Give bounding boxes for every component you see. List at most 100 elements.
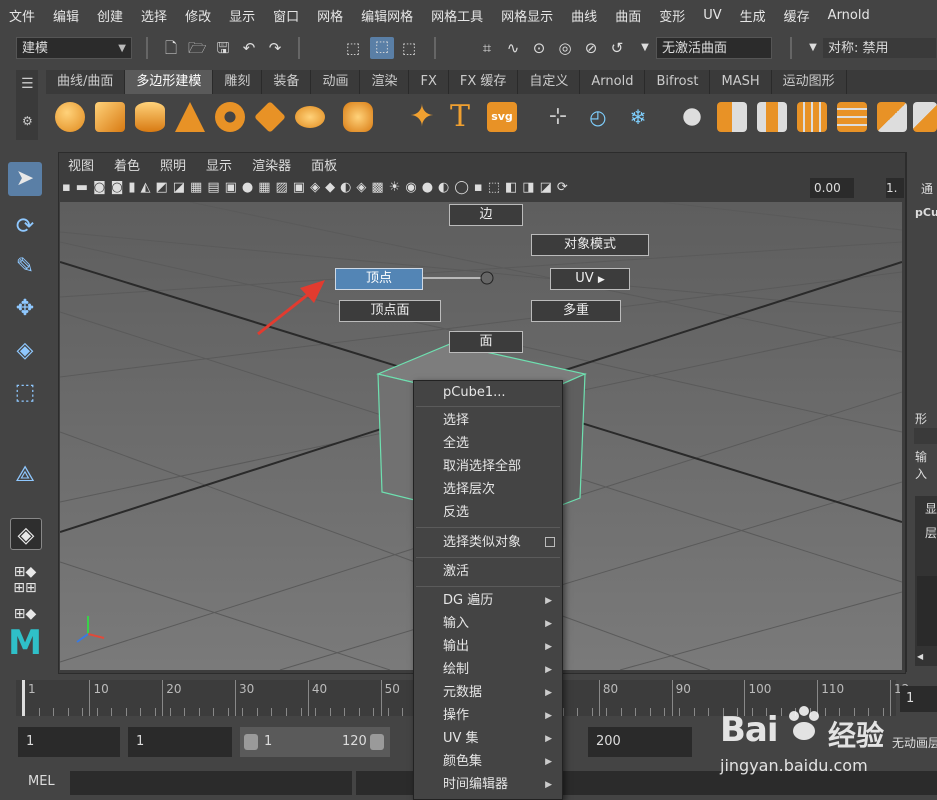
start-time-field[interactable]: 1 [18,727,120,757]
snap-point-icon[interactable]: ⊙ [530,39,548,57]
shelf-tab-10[interactable]: Bifrost [645,70,711,94]
poly-cone-icon[interactable] [175,102,205,132]
menu-set-dropdown[interactable]: 建模 ▼ [16,37,132,59]
sparkle-icon[interactable]: ✦ [407,102,437,132]
text-tool-icon[interactable]: T [445,102,475,132]
menu-14[interactable]: UV [694,8,730,23]
menu-6[interactable]: 窗口 [264,6,308,25]
menu-5[interactable]: 显示 [220,6,264,25]
range-slider[interactable]: 1 120 [240,727,390,757]
menu-item[interactable]: 反选 [414,502,562,524]
panel-menu-5[interactable]: 面板 [301,155,347,174]
select-tool-icon[interactable]: ➤ [8,162,42,196]
marking-vertex-button[interactable]: 顶点 [335,268,423,290]
chevron-left-icon[interactable]: ◀ [917,652,923,661]
scale-tool-icon[interactable]: ⬚ [8,376,42,410]
menu-16[interactable]: 缓存 [775,6,819,25]
shelf-tab-12[interactable]: 运动图形 [772,70,847,94]
poly-sphere-icon[interactable] [55,102,85,132]
menu-item[interactable]: 选择 [414,410,562,432]
rotate-tool-icon[interactable]: ◈ [8,334,42,368]
menu-9[interactable]: 网格工具 [422,6,492,25]
panel-menu-4[interactable]: 渲染器 [242,155,301,174]
save-scene-icon[interactable]: 🖫 [214,39,232,57]
menu-1[interactable]: 编辑 [44,6,88,25]
live-surface-field[interactable]: 无激活曲面 [656,37,772,59]
option-box-icon[interactable] [545,537,555,547]
select-component-icon[interactable]: ⬚ [400,39,418,57]
menu-icon[interactable]: ☰ [21,76,34,92]
redo-icon[interactable]: ↷ [266,39,284,57]
separate-icon[interactable] [717,102,747,132]
bridge-icon[interactable] [837,102,867,132]
panel-toolbar-icons[interactable]: ▪▬◙◙▮◭◩◪▦▤▣●▦▨▣◈◆◐◈▩☀◉●◐◯▪⬚◧◨◪⟳ [62,180,842,198]
soft-select-icon[interactable]: ⟁ [8,458,42,492]
display-tab[interactable]: 显 [925,500,937,517]
menu-4[interactable]: 修改 [176,6,220,25]
current-frame-marker[interactable] [22,680,25,716]
poly-platonic-icon[interactable] [343,102,373,132]
shelf-tab-1[interactable]: 多边形建模 [125,70,214,94]
marking-edge-button[interactable]: 边 [449,204,523,226]
menu-0[interactable]: 文件 [0,6,44,25]
submenu-item[interactable]: DG 遍历 ▶ [414,590,562,612]
poly-torus-icon[interactable] [215,102,245,132]
menu-item-activate[interactable]: 激活 [414,561,562,583]
submenu-item[interactable]: 输入 ▶ [414,613,562,635]
poly-cube-icon[interactable] [95,102,125,132]
menu-item[interactable]: 全选 [414,433,562,455]
poly-plane-icon[interactable] [254,101,286,133]
pivot-icon[interactable]: ⊹ [543,102,573,132]
menu-3[interactable]: 选择 [132,6,176,25]
combine-icon[interactable] [677,102,707,132]
new-scene-icon[interactable]: 🗋 [162,39,180,57]
panel-menu-3[interactable]: 显示 [196,155,242,174]
snap-grid-icon[interactable]: ⌗ [478,39,496,57]
gamma-field[interactable]: 1. [886,178,904,198]
command-input[interactable] [70,771,352,795]
end-time-field[interactable]: 200 [588,727,692,757]
submenu-item[interactable]: 时间编辑器 ▶ [414,774,562,796]
shelf-tab-3[interactable]: 装备 [262,70,312,94]
panel-menu-0[interactable]: 视图 [58,155,104,174]
move-tool-icon[interactable]: ✥ [8,292,42,326]
shelf-tab-7[interactable]: FX 缓存 [449,70,519,94]
script-language-label[interactable]: MEL [28,774,55,789]
menu-17[interactable]: Arnold [819,8,879,23]
shelf-tab-9[interactable]: Arnold [580,70,646,94]
snap-view-plane-icon[interactable]: ◎ [556,39,574,57]
bevel-icon[interactable] [877,102,907,132]
shelf-tab-6[interactable]: FX [409,70,449,94]
reset-transform-icon[interactable]: ❄ [623,102,653,132]
freeze-icon[interactable]: ◴ [583,102,613,132]
menu-2[interactable]: 创建 [88,6,132,25]
select-hierarchy-icon[interactable]: ⬚ [344,39,362,57]
panel-menu-1[interactable]: 着色 [104,155,150,174]
symmetry-field[interactable]: 对称: 禁用 [822,37,937,59]
marking-multi-button[interactable]: 多重 [531,300,621,322]
channel-box-tab[interactable]: 通 [921,180,933,197]
submenu-item[interactable]: UV 集 ▶ [414,728,562,750]
submenu-item[interactable]: 操作 ▶ [414,705,562,727]
menu-12[interactable]: 曲面 [606,6,650,25]
snap-together-icon[interactable]: ↺ [608,39,626,57]
poly-cylinder-icon[interactable] [135,102,165,132]
menu-15[interactable]: 生成 [731,6,775,25]
open-scene-icon[interactable]: 🗁 [188,39,207,57]
marking-vertex-face-button[interactable]: 顶点面 [339,300,441,322]
shelf-tab-2[interactable]: 雕刻 [213,70,263,94]
undo-icon[interactable]: ↶ [240,39,258,57]
shelf-tab-0[interactable]: 曲线/曲面 [46,70,126,94]
extrude-icon[interactable] [797,102,827,132]
smooth-icon[interactable] [757,102,787,132]
menu-7[interactable]: 网格 [308,6,352,25]
menu-item-select-similar[interactable]: 选择类似对象 [414,532,562,554]
shelf-tab-4[interactable]: 动画 [311,70,361,94]
marking-face-button[interactable]: 面 [449,331,523,353]
menu-8[interactable]: 编辑网格 [352,6,422,25]
shelf-tab-8[interactable]: 自定义 [518,70,581,94]
chevron-down-icon[interactable]: ▼ [636,39,654,57]
playback-start-field[interactable]: 1 [128,727,232,757]
range-start-handle[interactable] [244,734,258,750]
gear-icon[interactable]: ⚙ [22,114,33,128]
